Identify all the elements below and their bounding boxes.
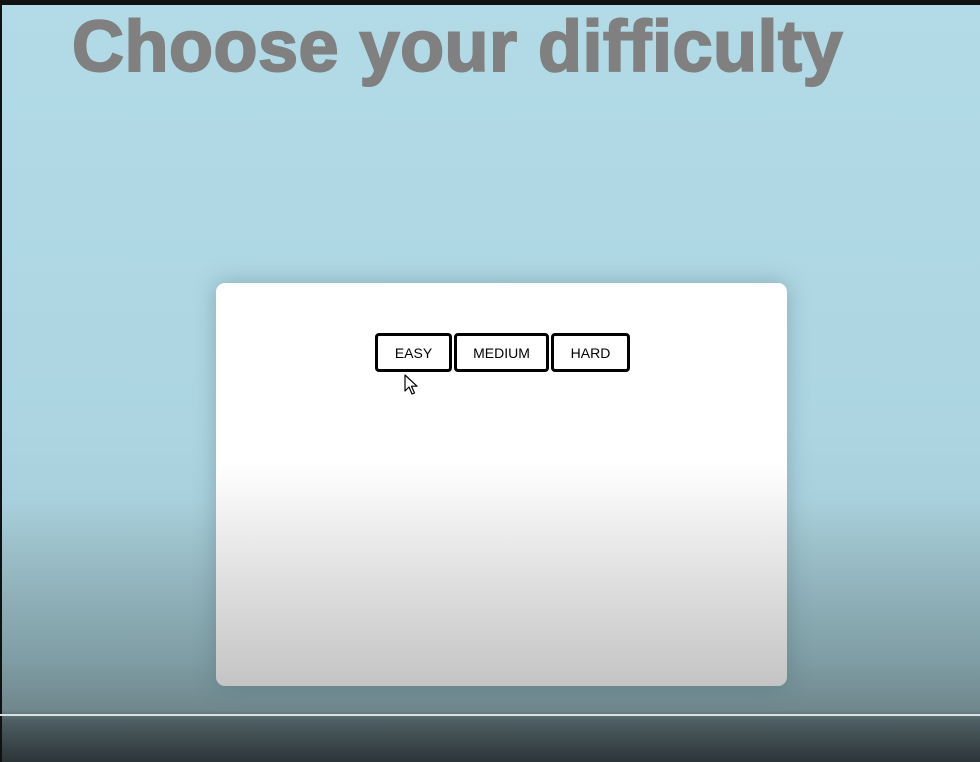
- difficulty-button-group: EASY MEDIUM HARD: [375, 333, 630, 372]
- easy-button[interactable]: EASY: [375, 333, 452, 372]
- hard-button[interactable]: HARD: [551, 333, 630, 372]
- left-border: [0, 0, 2, 762]
- mouse-pointer-icon: [404, 374, 418, 395]
- page-title: Choose your difficulty: [71, 6, 844, 88]
- bottom-divider: [0, 714, 980, 716]
- page: Choose your difficulty EASY MEDIUM HARD: [0, 0, 980, 762]
- medium-button[interactable]: MEDIUM: [454, 333, 549, 372]
